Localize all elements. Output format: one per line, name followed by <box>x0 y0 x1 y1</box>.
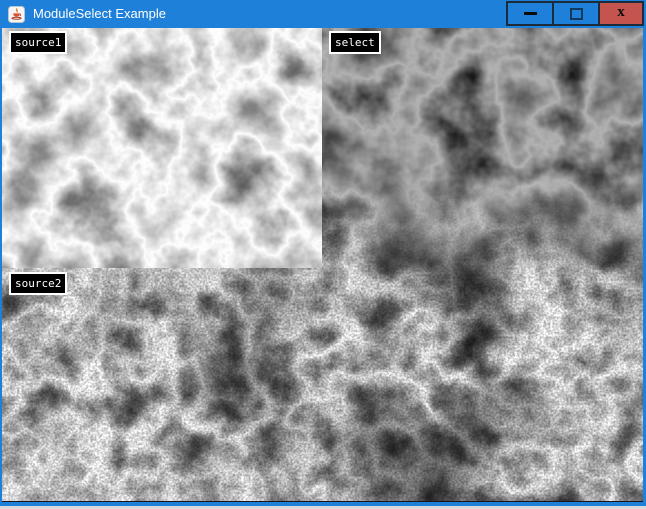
maximize-button[interactable] <box>552 1 600 26</box>
label-source2: source2 <box>9 272 67 295</box>
source1-texture-panel <box>2 28 322 268</box>
app-window: ModuleSelect Example x <box>0 0 646 509</box>
minimize-button[interactable] <box>506 1 554 26</box>
close-button[interactable]: x <box>598 1 644 26</box>
noise-textures <box>2 28 643 501</box>
minimize-icon <box>524 12 537 15</box>
java-coffee-cup-icon <box>8 6 25 23</box>
close-icon: x <box>617 5 625 20</box>
label-select: select <box>329 31 381 54</box>
render-canvas: source1 select source2 <box>2 28 643 502</box>
window-title: ModuleSelect Example <box>33 0 166 28</box>
label-source1: source1 <box>9 31 67 54</box>
maximize-icon <box>570 8 583 20</box>
titlebar[interactable]: ModuleSelect Example x <box>0 0 646 28</box>
window-controls: x <box>506 1 644 26</box>
